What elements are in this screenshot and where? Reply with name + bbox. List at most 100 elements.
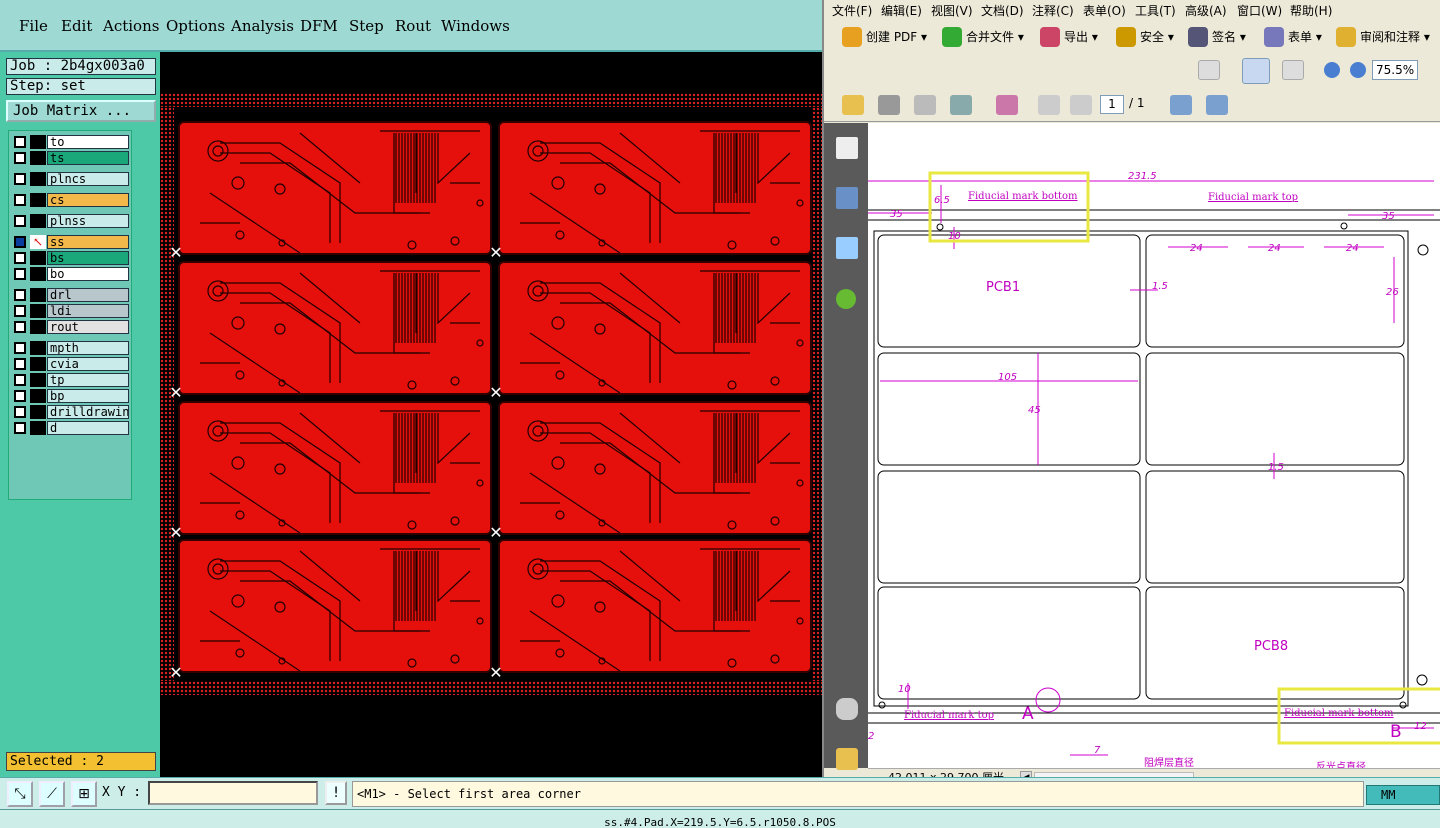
pdf-menu-document[interactable]: 文档(D) xyxy=(981,2,1024,19)
layer-mark[interactable] xyxy=(30,172,46,186)
create-pdf-button[interactable]: 创建 PDF ▾ xyxy=(840,26,927,48)
layer-row[interactable]: ldi xyxy=(12,304,129,318)
pcb-board[interactable] xyxy=(498,401,812,535)
help-icon[interactable] xyxy=(836,289,856,309)
layer-mark[interactable] xyxy=(30,341,46,355)
layer-name[interactable]: ldi xyxy=(47,304,129,318)
pdf-menu-advanced[interactable]: 高级(A) xyxy=(1185,2,1227,19)
layer-name[interactable]: drilldrawing xyxy=(47,405,129,419)
layer-mark[interactable]: ↖ xyxy=(30,235,46,249)
pdf-menu-tools[interactable]: 工具(T) xyxy=(1135,2,1176,19)
print-icon[interactable] xyxy=(878,95,900,115)
security-button[interactable]: 安全 ▾ xyxy=(1114,26,1174,48)
page-number-input[interactable]: 1 xyxy=(1100,95,1124,114)
layer-name[interactable]: plncs xyxy=(47,172,129,186)
layer-name[interactable]: d xyxy=(47,421,129,435)
layer-checkbox[interactable] xyxy=(14,152,26,164)
prev-page-icon[interactable] xyxy=(1038,95,1060,115)
pdf-menu-file[interactable]: 文件(F) xyxy=(832,2,872,19)
open-folder-icon[interactable] xyxy=(842,95,864,115)
layer-name[interactable]: ts xyxy=(47,151,129,165)
layer-checkbox[interactable] xyxy=(14,173,26,185)
next-page-icon[interactable] xyxy=(1070,95,1092,115)
layer-mark[interactable] xyxy=(30,288,46,302)
layer-checkbox[interactable] xyxy=(14,305,26,317)
layer-checkbox[interactable] xyxy=(14,252,26,264)
layer-checkbox[interactable] xyxy=(14,268,26,280)
pdf-menu-window[interactable]: 窗口(W) xyxy=(1237,2,1282,19)
layer-row[interactable]: cs xyxy=(12,193,129,207)
zoom-in-icon[interactable] xyxy=(1350,62,1366,78)
layer-row[interactable]: d xyxy=(12,421,129,435)
combine-files-button[interactable]: 合并文件 ▾ xyxy=(940,26,1024,48)
layer-name[interactable]: ss xyxy=(47,235,129,249)
email-icon[interactable] xyxy=(950,95,972,115)
layer-row[interactable]: drilldrawing xyxy=(12,405,129,419)
pdf-menu-help[interactable]: 帮助(H) xyxy=(1290,2,1332,19)
layer-checkbox[interactable] xyxy=(14,422,26,434)
layer-mark[interactable] xyxy=(30,373,46,387)
pcb-board[interactable] xyxy=(498,121,812,255)
layer-name[interactable]: cs xyxy=(47,193,129,207)
layer-mark[interactable] xyxy=(30,421,46,435)
hand-tool-icon[interactable] xyxy=(1242,58,1270,84)
color-icon[interactable] xyxy=(996,95,1018,115)
pcb-board[interactable] xyxy=(178,261,492,395)
layer-row[interactable]: mpth xyxy=(12,341,129,355)
layer-row[interactable]: rout xyxy=(12,320,129,334)
menu-step[interactable]: Step xyxy=(349,17,384,35)
layer-checkbox[interactable] xyxy=(14,236,26,248)
layer-checkbox[interactable] xyxy=(14,136,26,148)
layer-name[interactable]: cvia xyxy=(47,357,129,371)
layer-checkbox[interactable] xyxy=(14,215,26,227)
layer-name[interactable]: plnss xyxy=(47,214,129,228)
layer-row[interactable]: to xyxy=(12,135,129,149)
units-button[interactable]: MM xyxy=(1366,785,1440,805)
layer-checkbox[interactable] xyxy=(14,289,26,301)
layer-row[interactable]: tp xyxy=(12,373,129,387)
menu-rout[interactable]: Rout xyxy=(395,17,431,35)
pdf-menu-comment[interactable]: 注释(C) xyxy=(1032,2,1074,19)
layer-checkbox[interactable] xyxy=(14,390,26,402)
zoom-tool-icon[interactable] xyxy=(1282,60,1304,80)
layer-name[interactable]: bp xyxy=(47,389,129,403)
select-tool-icon[interactable] xyxy=(1198,60,1220,80)
menu-edit[interactable]: Edit xyxy=(61,17,92,35)
attachment-icon[interactable] xyxy=(836,698,858,720)
pcb-board[interactable] xyxy=(498,539,812,673)
graphic-canvas[interactable]: ✕ ✕ ✕ ✕ ✕ ✕ ✕ ✕ xyxy=(160,55,822,777)
fit-page-icon[interactable] xyxy=(1206,95,1228,115)
menu-file[interactable]: File xyxy=(19,17,48,35)
layer-row[interactable]: cvia xyxy=(12,357,129,371)
layer-row[interactable]: bs xyxy=(12,251,129,265)
zoom-out-icon[interactable] xyxy=(1324,62,1340,78)
pdf-menu-forms[interactable]: 表单(O) xyxy=(1083,2,1126,19)
fit-width-icon[interactable] xyxy=(1170,95,1192,115)
layer-mark[interactable] xyxy=(30,320,46,334)
pdf-menu-edit[interactable]: 编辑(E) xyxy=(881,2,922,19)
bookmarks-icon[interactable] xyxy=(836,187,858,209)
comments-icon[interactable] xyxy=(836,748,858,770)
layer-checkbox[interactable] xyxy=(14,194,26,206)
job-matrix-button[interactable]: Job Matrix ... xyxy=(6,100,156,122)
measure-icon[interactable]: ⟋ xyxy=(39,781,65,807)
menu-dfm[interactable]: DFM xyxy=(300,17,338,35)
xy-input[interactable] xyxy=(148,781,318,805)
zoom-field[interactable]: 75.5% xyxy=(1372,60,1418,80)
menu-actions[interactable]: Actions xyxy=(103,17,159,35)
layer-mark[interactable] xyxy=(30,405,46,419)
layer-name[interactable]: mpth xyxy=(47,341,129,355)
layer-mark[interactable] xyxy=(30,267,46,281)
menu-windows[interactable]: Windows xyxy=(441,17,510,35)
layer-row[interactable]: bp xyxy=(12,389,129,403)
layer-row[interactable]: plnss xyxy=(12,214,129,228)
pcb-board[interactable] xyxy=(178,121,492,255)
layer-mark[interactable] xyxy=(30,304,46,318)
layer-mark[interactable] xyxy=(30,151,46,165)
layer-mark[interactable] xyxy=(30,193,46,207)
pcb-board[interactable] xyxy=(178,539,492,673)
pdf-menu-view[interactable]: 视图(V) xyxy=(931,2,973,19)
layer-row[interactable]: ts xyxy=(12,151,129,165)
layer-checkbox[interactable] xyxy=(14,342,26,354)
layer-checkbox[interactable] xyxy=(14,374,26,386)
